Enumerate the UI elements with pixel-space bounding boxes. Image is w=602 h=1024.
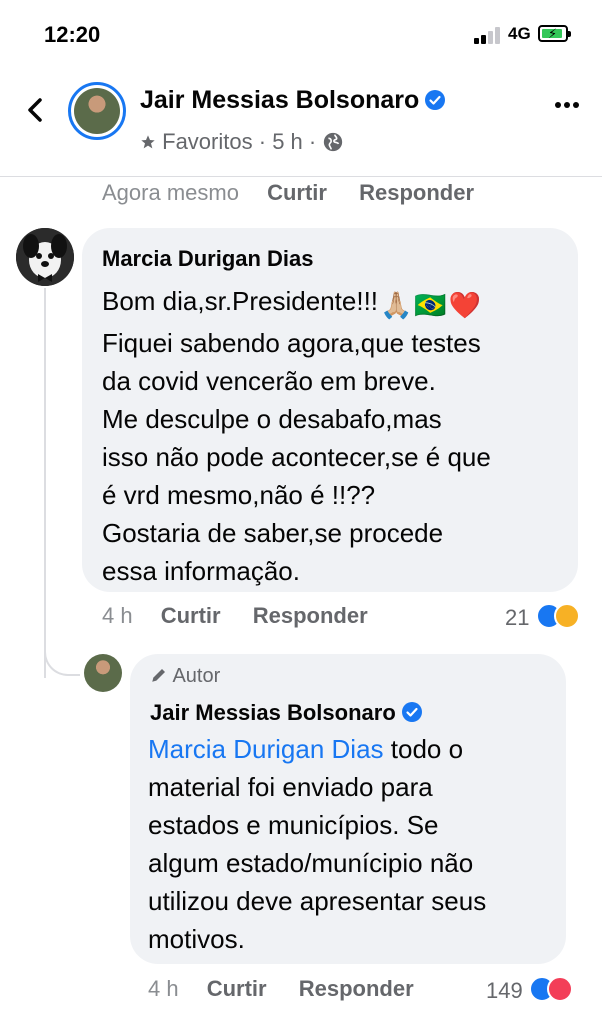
comment-time: Agora mesmo: [102, 180, 239, 205]
previous-comment-actions: Agora mesmo Curtir Responder: [102, 180, 500, 206]
reply-author-name: Jair Messias Bolsonaro: [150, 700, 396, 725]
comment-author[interactable]: Marcia Durigan Dias: [102, 246, 314, 272]
comment-line: é vrd mesmo,não é !!??: [102, 480, 376, 510]
haha-reaction-icon: [553, 603, 580, 629]
author-badge: Autor: [150, 665, 220, 688]
like-button[interactable]: Curtir: [207, 976, 267, 1001]
author-badge-label: Autor: [172, 665, 221, 687]
star-icon: [141, 135, 155, 149]
meta-separator: ·: [258, 129, 267, 155]
reply-author-avatar[interactable]: [84, 654, 122, 692]
reaction-count: 21: [505, 605, 530, 630]
reply-button[interactable]: Responder: [359, 180, 474, 205]
reply-actions: 4 h Curtir Responder: [148, 976, 440, 1002]
mention-link[interactable]: Marcia Durigan Dias: [148, 734, 384, 764]
like-button[interactable]: Curtir: [161, 603, 221, 628]
more-options-icon[interactable]: [554, 100, 580, 110]
reply-line: utilizou deve apresentar seus: [148, 886, 487, 916]
network-type: 4G: [508, 24, 531, 43]
reply-line: estados e municípios. Se: [148, 810, 439, 840]
reply-text: Marcia Durigan Dias todo o material foi …: [148, 730, 558, 958]
folded-hands-emoji: 🙏🏼: [380, 290, 413, 320]
reply-author[interactable]: Jair Messias Bolsonaro: [150, 700, 422, 726]
clock: 12:20: [44, 22, 101, 47]
comment-line: Gostaria de saber,se procede: [102, 518, 444, 548]
comment-time: 4 h: [102, 603, 133, 628]
back-arrow-icon[interactable]: [20, 90, 50, 130]
reply-line: todo o: [383, 734, 464, 764]
red-heart-emoji: ❤️: [448, 290, 482, 320]
header-divider: [0, 176, 602, 177]
comment-line: essa informação.: [102, 556, 300, 586]
reply-line: material foi enviado para: [148, 772, 433, 802]
reaction-count: 149: [486, 978, 523, 1003]
dog-avatar-image: [16, 228, 74, 286]
comment-reactions[interactable]: 21: [505, 603, 580, 631]
brazil-flag-emoji: 🇧🇷: [414, 290, 447, 320]
reply-time: 4 h: [148, 976, 179, 1001]
signal-icon: [474, 26, 504, 44]
like-button[interactable]: Curtir: [267, 180, 327, 205]
love-reaction-icon: [546, 976, 573, 1002]
reply-reactions[interactable]: 149: [486, 976, 573, 1004]
meta-separator-2: ·: [308, 129, 317, 155]
pencil-icon: [152, 669, 165, 682]
comment-line: Fiquei sabendo agora,que testes: [102, 328, 481, 358]
page-name-text: Jair Messias Bolsonaro: [140, 86, 420, 114]
battery-icon: ⚡: [538, 25, 571, 42]
comment-line: Me desculpe o desabafo,mas: [102, 404, 442, 434]
page-avatar[interactable]: [68, 82, 126, 140]
status-bar: 12:20 4G ⚡: [0, 0, 602, 70]
commenter-avatar[interactable]: [16, 228, 74, 286]
comment-actions: 4 h Curtir Responder: [102, 603, 394, 629]
comment-text: Bom dia,sr.Presidente!!!🙏🏼🇧🇷❤️ Fiquei sa…: [102, 282, 572, 590]
reply-button[interactable]: Responder: [253, 603, 368, 628]
thread-line: [44, 288, 46, 678]
reply-button[interactable]: Responder: [299, 976, 414, 1001]
comment-line: da covid vencerão em breve.: [102, 366, 436, 396]
verified-badge-icon: [425, 90, 446, 110]
reply-line: motivos.: [148, 924, 245, 954]
favorites-label: Favoritos: [162, 129, 253, 155]
verified-badge-icon: [401, 702, 422, 722]
post-meta: Favoritos · 5 h ·: [140, 128, 344, 155]
post-time: 5 h: [272, 129, 303, 155]
comment-line: isso não pode acontecer,se é que: [102, 442, 491, 472]
thread-connector: [44, 640, 80, 676]
reply-line: algum estado/munícipio não: [148, 848, 474, 878]
page-title[interactable]: Jair Messias Bolsonaro: [140, 86, 446, 115]
comment-line: Bom dia,sr.Presidente!!!: [102, 286, 379, 316]
globe-icon: [324, 133, 343, 152]
post-header: Jair Messias Bolsonaro Favoritos · 5 h ·: [0, 70, 602, 170]
